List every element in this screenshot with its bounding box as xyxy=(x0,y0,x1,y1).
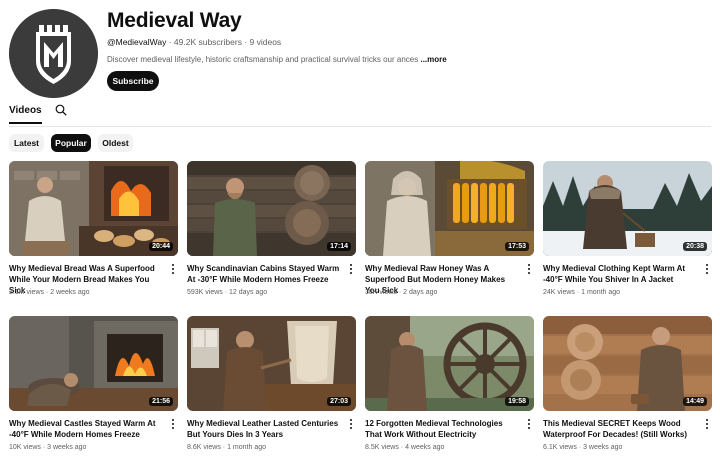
more-options-icon[interactable] xyxy=(705,419,709,430)
video-duration: 21:56 xyxy=(149,397,173,406)
subscribe-button[interactable]: Subscribe xyxy=(107,71,159,91)
search-icon[interactable] xyxy=(55,104,67,116)
video-title[interactable]: Why Scandinavian Cabins Stayed Warm At -… xyxy=(187,263,343,285)
more-options-icon[interactable] xyxy=(705,264,709,275)
video-stats: 593K views · 12 days ago xyxy=(187,289,268,296)
subscriber-count: 49.2K subscribers xyxy=(173,37,242,47)
video-thumbnail[interactable]: 20:44 xyxy=(9,161,178,256)
filter-chip-latest[interactable]: Latest xyxy=(9,134,44,152)
filter-chip-popular[interactable]: Popular xyxy=(51,134,91,152)
video-stats: 8.5K views · 4 weeks ago xyxy=(365,444,445,451)
video-duration: 17:14 xyxy=(327,242,351,251)
video-thumbnail[interactable]: 14:49 xyxy=(543,316,712,411)
channel-meta: @MedievalWay · 49.2K subscribers · 9 vid… xyxy=(107,37,282,47)
video-title[interactable]: Why Medieval Clothing Kept Warm At -40°F… xyxy=(543,263,699,285)
video-stats: 8.6K views · 1 month ago xyxy=(187,444,267,451)
video-title[interactable]: 12 Forgotten Medieval Technologies That … xyxy=(365,418,521,440)
more-options-icon[interactable] xyxy=(171,419,175,430)
video-title[interactable]: Why Medieval Castles Stayed Warm At -40°… xyxy=(9,418,165,440)
video-thumbnail[interactable]: 17:14 xyxy=(187,161,356,256)
video-title[interactable]: Why Medieval Leather Lasted Centuries Bu… xyxy=(187,418,343,440)
video-count: 9 videos xyxy=(249,37,282,47)
channel-handle: @MedievalWay xyxy=(107,37,167,47)
video-duration: 20:38 xyxy=(683,242,707,251)
video-thumbnail[interactable]: 20:38 xyxy=(543,161,712,256)
channel-avatar[interactable] xyxy=(9,9,98,98)
video-thumbnail[interactable]: 17:53 xyxy=(365,161,534,256)
video-stats: 10K views · 3 weeks ago xyxy=(9,444,87,451)
channel-name: Medieval Way xyxy=(107,9,242,32)
video-stats: 2.1M views · 2 weeks ago xyxy=(9,289,90,296)
video-duration: 14:49 xyxy=(683,397,707,406)
more-options-icon[interactable] xyxy=(527,419,531,430)
video-duration: 17:53 xyxy=(505,242,529,251)
channel-logo-shield xyxy=(9,9,98,98)
more-options-icon[interactable] xyxy=(527,264,531,275)
video-title[interactable]: This Medieval SECRET Keeps Wood Waterpro… xyxy=(543,418,699,440)
more-options-icon[interactable] xyxy=(171,264,175,275)
video-duration: 20:44 xyxy=(149,242,173,251)
more-options-icon[interactable] xyxy=(349,419,353,430)
video-thumbnail[interactable]: 19:58 xyxy=(365,316,534,411)
video-duration: 19:58 xyxy=(505,397,529,406)
video-duration: 27:03 xyxy=(327,397,351,406)
video-thumbnail[interactable]: 21:56 xyxy=(9,316,178,411)
more-link[interactable]: ...more xyxy=(420,55,446,64)
video-stats: 24K views · 1 month ago xyxy=(543,289,621,296)
video-stats: 6.1K views · 3 weeks ago xyxy=(543,444,623,451)
channel-tabs: Videos xyxy=(9,103,711,127)
video-stats: 38K views · 2 days ago xyxy=(365,289,438,296)
video-thumbnail[interactable]: 27:03 xyxy=(187,316,356,411)
more-options-icon[interactable] xyxy=(349,264,353,275)
tab-videos[interactable]: Videos xyxy=(9,105,42,124)
filter-chip-oldest[interactable]: Oldest xyxy=(98,134,133,152)
channel-description[interactable]: Discover medieval lifestyle, historic cr… xyxy=(107,55,447,64)
